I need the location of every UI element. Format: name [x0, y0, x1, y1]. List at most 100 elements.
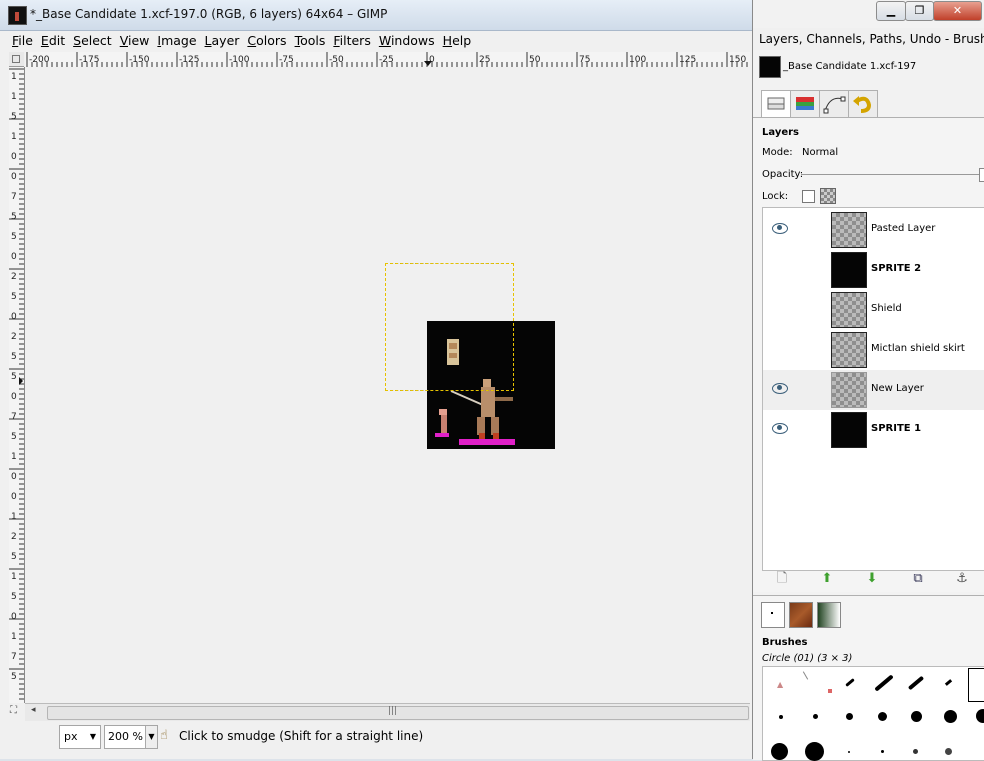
ruler-label: 5 — [11, 592, 17, 602]
ruler-label: 5 — [11, 292, 17, 302]
selection-marquee[interactable] — [385, 263, 514, 391]
menu-filters[interactable]: Filters — [329, 31, 374, 50]
brush-grid[interactable]: ▲ — [762, 666, 984, 761]
layer-name: New Layer — [871, 383, 924, 394]
brush-preview[interactable] — [805, 742, 824, 761]
opacity-slider[interactable] — [801, 174, 981, 175]
menu-help[interactable]: Help — [439, 31, 476, 50]
layer-thumbnail — [831, 332, 867, 368]
brush-preview[interactable]: ▲ — [777, 680, 783, 689]
menu-layer[interactable]: Layer — [201, 31, 244, 50]
layer-row[interactable]: Shield — [763, 290, 984, 330]
ruler-label: 150 — [729, 55, 746, 65]
layer-row[interactable]: Pasted Layer — [763, 210, 984, 250]
opacity-slider-handle[interactable] — [979, 168, 984, 182]
layer-row[interactable]: SPRITE 2 — [763, 250, 984, 290]
layer-row-selected[interactable]: New Layer — [763, 370, 984, 410]
tab-patterns[interactable] — [789, 602, 813, 628]
brush-preview[interactable] — [802, 671, 809, 680]
anchor-layer-icon[interactable]: ⚓ — [955, 572, 969, 586]
ruler-label: 0 — [11, 492, 17, 502]
brush-preview[interactable] — [845, 678, 855, 687]
quick-mask-toggle[interactable] — [9, 52, 24, 67]
tab-brushes[interactable] — [761, 602, 785, 628]
ruler-label: 1 — [11, 512, 17, 522]
ruler-label: 1 — [11, 572, 17, 582]
tab-undo[interactable] — [848, 90, 878, 118]
canvas-area[interactable] — [25, 67, 750, 703]
menu-edit[interactable]: Edit — [37, 31, 69, 50]
brush-preview[interactable] — [878, 712, 887, 721]
zoom-value: 200 % — [108, 730, 143, 743]
mode-dropdown[interactable]: Normal — [802, 147, 838, 158]
brush-preview[interactable] — [779, 715, 783, 719]
brush-preview[interactable] — [874, 674, 894, 692]
chevron-down-icon: ▼ — [89, 732, 96, 741]
brush-preview[interactable] — [944, 679, 953, 686]
brush-preview[interactable] — [771, 743, 788, 760]
close-button[interactable]: ✕ — [933, 1, 982, 21]
visibility-eye-icon[interactable] — [772, 383, 788, 394]
tab-gradients[interactable] — [817, 602, 841, 628]
brush-preview[interactable] — [848, 751, 850, 753]
unit-selector[interactable]: px ▼ — [59, 725, 101, 749]
brush-preview[interactable] — [813, 714, 818, 719]
menu-tools[interactable]: Tools — [291, 31, 330, 50]
brush-preview[interactable] — [911, 711, 922, 722]
layer-name: SPRITE 1 — [871, 423, 922, 434]
tab-channels[interactable] — [790, 90, 820, 118]
warrior-leg — [491, 417, 499, 435]
visibility-eye-icon[interactable] — [772, 423, 788, 434]
vertical-ruler[interactable]: 1 1 5 1 0 0 7 5 5 0 2 5 0 2 5 5 0 7 5 1 0 0 1 2 5 1 5 0 1 7 5 — [9, 67, 25, 703]
brush-preview[interactable] — [881, 750, 884, 753]
ruler-label: 5 — [11, 232, 17, 242]
tab-paths[interactable] — [819, 90, 849, 118]
chevron-down-icon[interactable]: ▼ — [145, 726, 157, 748]
navigate-icon[interactable]: ⛶ — [10, 705, 17, 716]
brush-preview[interactable] — [944, 710, 957, 723]
ruler-label: -25 — [379, 55, 394, 65]
brush-preview[interactable] — [945, 748, 952, 755]
image-thumbnail[interactable] — [759, 56, 781, 78]
menu-view[interactable]: View — [116, 31, 154, 50]
brush-preview[interactable] — [976, 709, 984, 723]
horizontal-ruler[interactable]: -200 -175 -150 -125 -100 -75 -50 -25 0 25 50 75 100 1… — [25, 52, 750, 68]
ruler-label: -200 — [29, 55, 50, 65]
ruler-label: 0 — [11, 312, 17, 322]
ruler-label: 0 — [11, 252, 17, 262]
menu-select[interactable]: Select — [69, 31, 116, 50]
scroll-left-icon[interactable]: ◂ — [31, 705, 36, 715]
zoom-selector[interactable]: 200 % ▼ — [104, 725, 158, 749]
duplicate-layer-icon[interactable]: ⧉ — [911, 572, 925, 586]
brush-preview[interactable] — [846, 713, 853, 720]
lower-layer-icon[interactable]: ⬇ — [865, 572, 879, 586]
ruler-label: 0 — [11, 612, 17, 622]
menu-file[interactable]: File — [8, 31, 37, 50]
new-layer-icon[interactable]: 🗋 — [775, 572, 789, 586]
brush-preview[interactable] — [828, 689, 832, 693]
brush-preview[interactable] — [913, 749, 918, 754]
maximize-button[interactable]: ❐ — [905, 1, 934, 21]
minimize-button[interactable]: ▁ — [876, 1, 906, 21]
warrior-foot — [479, 433, 485, 439]
ruler-label: 2 — [11, 272, 17, 282]
layer-row[interactable]: Mictlan shield skirt — [763, 330, 984, 370]
ruler-label: -125 — [179, 55, 199, 65]
brush-preview[interactable] — [907, 675, 925, 691]
visibility-eye-icon[interactable] — [772, 223, 788, 234]
lock-alpha-icon[interactable] — [820, 188, 836, 204]
layer-thumbnail — [831, 372, 867, 408]
layers-list[interactable]: Pasted Layer SPRITE 2 Shield Mictlan shi… — [762, 207, 984, 571]
menu-colors[interactable]: Colors — [243, 31, 290, 50]
lock-pixels-checkbox[interactable] — [802, 190, 815, 203]
brush-preview-selected[interactable] — [968, 668, 984, 702]
raise-layer-icon[interactable]: ⬆ — [820, 572, 834, 586]
image-selector-label[interactable]: _Base Candidate 1.xcf-197 — [783, 61, 916, 72]
layer-row[interactable]: SPRITE 1 — [763, 410, 984, 450]
opacity-label: Opacity: — [762, 169, 804, 180]
menu-windows[interactable]: Windows — [375, 31, 439, 50]
menu-image[interactable]: Image — [153, 31, 200, 50]
tab-layers[interactable] — [761, 90, 791, 118]
horizontal-scrollbar[interactable]: ⛶ ◂ ||| — [10, 703, 750, 721]
scrollbar-thumb[interactable]: ||| — [47, 706, 749, 720]
